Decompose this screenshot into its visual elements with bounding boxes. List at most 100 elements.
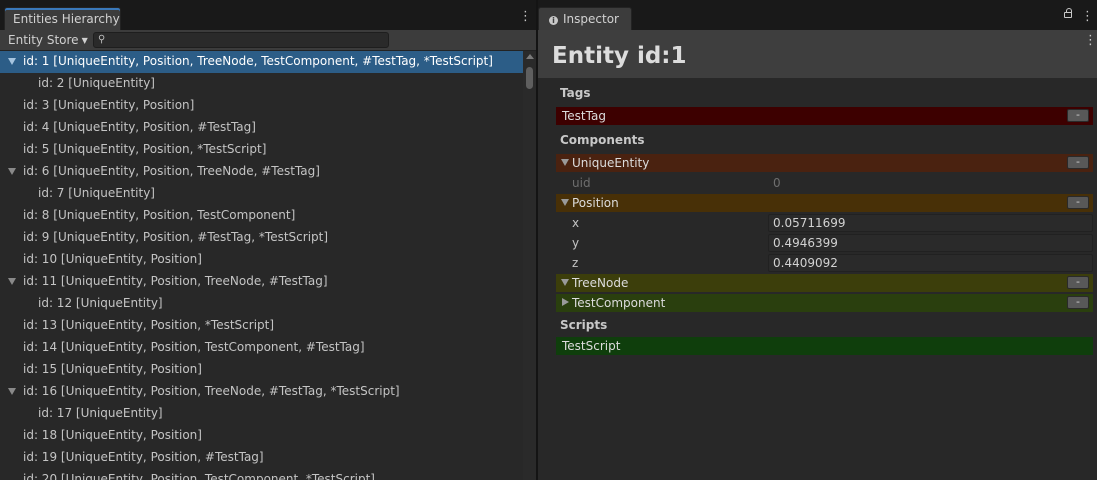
component-header[interactable]: UniqueEntity - [556,154,1093,172]
tree-row[interactable]: id: 8 [UniqueEntity, Position, TestCompo… [0,205,523,227]
tree-row-label: id: 16 [UniqueEntity, Position, TreeNode… [23,384,400,398]
tree-row[interactable]: id: 18 [UniqueEntity, Position] [0,425,523,447]
tree-row-label: id: 8 [UniqueEntity, Position, TestCompo… [23,208,296,222]
search-icon: ⚲ [98,34,106,45]
field-label: y [572,236,580,250]
tree-row-label: id: 15 [UniqueEntity, Position] [23,362,202,376]
expanded-arrow-icon[interactable] [561,159,569,166]
tree-row-label: id: 19 [UniqueEntity, Position, #TestTag… [23,450,264,464]
field-value-input: 0 [773,176,781,190]
remove-button[interactable]: - [1067,156,1089,169]
tree-row-label: id: 3 [UniqueEntity, Position] [23,98,195,112]
entity-title: Entity id:1 [552,43,687,69]
tree-row[interactable]: id: 12 [UniqueEntity] [0,293,523,315]
field-value-input[interactable]: 0.05711699 [768,214,1093,232]
tree-row[interactable]: id: 2 [UniqueEntity] [0,73,523,95]
tree-row-label: id: 18 [UniqueEntity, Position] [23,428,202,442]
inspector-more-options-icon[interactable]: ⋮ [1081,10,1094,24]
remove-button[interactable]: - [1067,109,1089,122]
tree-row[interactable]: id: 14 [UniqueEntity, Position, TestComp… [0,337,523,359]
tree-row[interactable]: id: 3 [UniqueEntity, Position] [0,95,523,117]
tree-row-label: id: 13 [UniqueEntity, Position, *TestScr… [23,318,275,332]
tree-row[interactable]: id: 6 [UniqueEntity, Position, TreeNode,… [0,161,523,183]
tree-row[interactable]: id: 4 [UniqueEntity, Position, #TestTag] [0,117,523,139]
tree-row-label: id: 12 [UniqueEntity] [38,296,163,310]
lock-icon[interactable] [1064,8,1072,18]
tree-row-label: id: 7 [UniqueEntity] [38,186,155,200]
component-field: x 0.05711699 [572,214,1093,232]
hierarchy-more-options-icon[interactable]: ⋮ [519,10,532,24]
tree-row[interactable]: id: 11 [UniqueEntity, Position, TreeNode… [0,271,523,293]
tree-row-label: id: 9 [UniqueEntity, Position, #TestTag,… [23,230,329,244]
tree-row[interactable]: id: 10 [UniqueEntity, Position] [0,249,523,271]
inspector-panel: i Inspector ⋮ ⋮ Entity id:1 Tags TestTag - C… [538,0,1097,480]
tree-row[interactable]: id: 9 [UniqueEntity, Position, #TestTag,… [0,227,523,249]
component-field: y 0.4946399 [572,234,1093,252]
field-label: z [572,256,579,270]
tree-row[interactable]: id: 5 [UniqueEntity, Position, *TestScri… [0,139,523,161]
field-value-input[interactable]: 0.4946399 [768,234,1093,252]
tree-row-label: id: 11 [UniqueEntity, Position, TreeNode… [23,274,328,288]
remove-button[interactable]: - [1067,296,1089,309]
tree-row-label: id: 5 [UniqueEntity, Position, *TestScri… [23,142,267,156]
component-header[interactable]: Position - [556,194,1093,212]
tag-name: TestTag [562,109,606,123]
hierarchy-search-input[interactable]: ⚲ [93,32,389,48]
hierarchy-scrollbar[interactable] [523,51,536,480]
tab-inspector[interactable]: i Inspector [538,7,632,30]
tab-entities-hierarchy[interactable]: Entities Hierarchy [4,7,121,30]
tree-row[interactable]: id: 1 [UniqueEntity, Position, TreeNode,… [0,51,523,73]
scripts-section-label: Scripts [560,318,608,332]
tree-row-label: id: 2 [UniqueEntity] [38,76,155,90]
tree-row[interactable]: id: 13 [UniqueEntity, Position, *TestScr… [0,315,523,337]
component-name: UniqueEntity [572,156,650,170]
hierarchy-toolbar: Entity Store ▼ ⚲ [0,30,536,51]
component-field: uid 0 [572,174,1092,192]
expanded-arrow-icon[interactable] [561,199,569,206]
component-name: Position [572,196,619,210]
scrollbar-thumb[interactable] [526,67,533,89]
expand-arrow-icon[interactable] [8,388,16,395]
component-name: TreeNode [572,276,629,290]
inspector-tab-label: Inspector [563,12,619,26]
tree-row[interactable]: id: 16 [UniqueEntity, Position, TreeNode… [0,381,523,403]
tree-row[interactable]: id: 15 [UniqueEntity, Position] [0,359,523,381]
entity-options-icon[interactable]: ⋮ [1084,34,1097,48]
tags-section-label: Tags [560,86,591,100]
tree-row[interactable]: id: 20 [UniqueEntity, Position, TestComp… [0,469,523,480]
tree-row-label: id: 20 [UniqueEntity, Position, TestComp… [23,472,375,480]
dropdown-arrow-icon: ▼ [81,36,88,45]
tree-row-label: id: 17 [UniqueEntity] [38,406,163,420]
expand-arrow-icon[interactable] [8,168,16,175]
inspector-tab-bar: i Inspector ⋮ [538,0,1097,30]
tree-row-label: id: 4 [UniqueEntity, Position, #TestTag] [23,120,256,134]
remove-button[interactable]: - [1067,276,1089,289]
tree-row[interactable]: id: 19 [UniqueEntity, Position, #TestTag… [0,447,523,469]
component-header[interactable]: TreeNode - [556,274,1093,292]
remove-button[interactable]: - [1067,196,1089,209]
collapsed-arrow-icon[interactable] [562,298,569,306]
tag-bar[interactable]: TestTag - [556,107,1093,125]
expand-arrow-icon[interactable] [8,58,16,65]
scroll-up-arrow-icon[interactable] [526,54,534,59]
components-section-label: Components [560,133,645,147]
field-label: uid [572,176,591,190]
tree-row[interactable]: id: 7 [UniqueEntity] [0,183,523,205]
hierarchy-tab-bar: Entities Hierarchy ⋮ [0,0,536,30]
tree-row-label: id: 6 [UniqueEntity, Position, TreeNode,… [23,164,320,178]
script-bar[interactable]: TestScript [556,337,1093,355]
entity-store-label: Entity Store [8,33,79,47]
component-field: z 0.4409092 [572,254,1093,272]
component-header[interactable]: TestComponent - [556,294,1093,312]
expanded-arrow-icon[interactable] [561,279,569,286]
field-value-input[interactable]: 0.4409092 [768,254,1093,272]
entities-hierarchy-panel: Entities Hierarchy ⋮ Entity Store ▼ ⚲ id:… [0,0,536,480]
tree-row-label: id: 14 [UniqueEntity, Position, TestComp… [23,340,365,354]
entity-store-dropdown[interactable]: Entity Store ▼ [8,33,88,49]
entity-header: ⋮ Entity id:1 [538,30,1097,78]
tree-row-label: id: 1 [UniqueEntity, Position, TreeNode,… [23,54,493,68]
field-label: x [572,216,580,230]
expand-arrow-icon[interactable] [8,278,16,285]
info-icon: i [549,16,558,25]
tree-row[interactable]: id: 17 [UniqueEntity] [0,403,523,425]
